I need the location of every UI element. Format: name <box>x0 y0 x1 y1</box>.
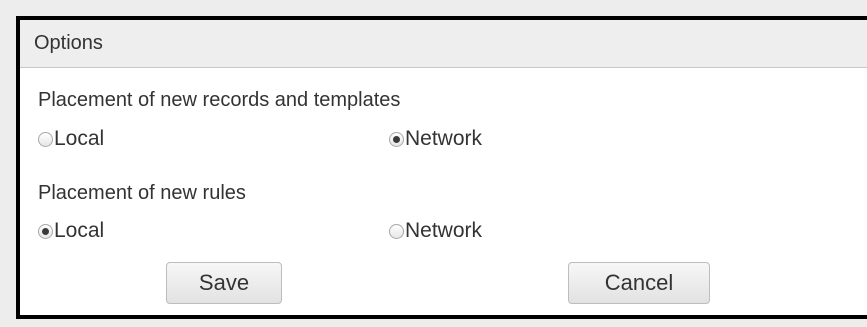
rules-network-radio[interactable] <box>389 223 404 239</box>
rules-network-radio-option[interactable]: Network <box>389 219 482 243</box>
rules-local-label: Local <box>54 219 105 242</box>
records-local-radio[interactable] <box>38 131 53 147</box>
records-network-radio[interactable] <box>389 131 404 147</box>
rules-network-label: Network <box>405 219 483 242</box>
dialog-title: Options <box>34 32 103 54</box>
cancel-button[interactable]: Cancel <box>568 262 710 304</box>
records-local-radio-option[interactable]: Local <box>38 127 104 151</box>
rules-local-radio[interactable] <box>38 223 53 239</box>
records-local-label: Local <box>54 127 105 150</box>
options-dialog: Options Placement of new records and tem… <box>16 16 867 319</box>
records-network-radio-option[interactable]: Network <box>389 127 482 151</box>
dialog-title-bar: Options <box>20 20 867 68</box>
rules-local-radio-option[interactable]: Local <box>38 219 104 243</box>
records-network-label: Network <box>405 127 483 150</box>
rules-placement-label: Placement of new rules <box>38 182 246 204</box>
records-placement-label: Placement of new records and templates <box>38 89 401 111</box>
save-button[interactable]: Save <box>166 262 282 304</box>
